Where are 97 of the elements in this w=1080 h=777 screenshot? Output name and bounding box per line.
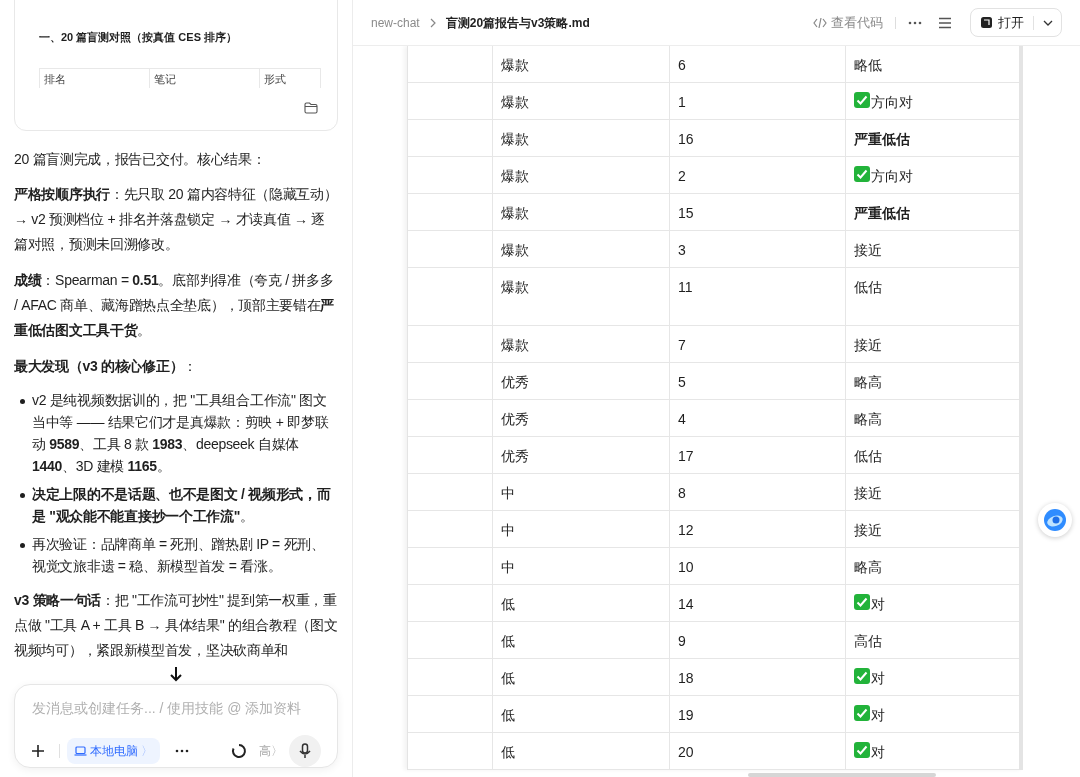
column-header: 形式	[263, 71, 287, 87]
open-button[interactable]: 打开	[970, 8, 1062, 37]
table-cell-text: 略高	[854, 558, 882, 577]
table-cell: 爆款	[493, 46, 670, 82]
bullet-text: v2 是纯视频数据训的，把 "工具组合工作流" 图文当中等 —— 结果它们才是真爆款：剪映 + 即梦联动 9589、工具 8 款 1983、deepseek 自媒体 1440、3D 建模 1165。	[32, 391, 330, 476]
paragraph: 成绩：Spearman = 0.51。底部判得准（夸克 / 拼多多 / AFAC 商单、藏海蹭热点全垫底），顶部主要错在严重低估图文工具干货。	[14, 271, 336, 340]
table-cell: 低	[493, 659, 670, 695]
laptop-icon	[74, 746, 87, 756]
table-cell-text: 严重低估	[854, 204, 910, 223]
table-cell-text: 严重低估	[854, 130, 910, 149]
table-cell: 优秀	[493, 363, 670, 399]
table-cell: 爆款	[493, 194, 670, 230]
table-cell: 17	[670, 437, 846, 473]
table-cell: 15	[670, 194, 846, 230]
table-cell: 爆款	[493, 231, 670, 267]
column-header: 笔记	[150, 68, 260, 88]
assistant-bubble[interactable]	[1038, 503, 1072, 537]
mic-button[interactable]	[289, 735, 321, 767]
table-cell: 5	[670, 363, 846, 399]
breadcrumb-link[interactable]: new-chat	[371, 13, 420, 32]
intro-text: 20 篇盲测完成，报告已交付。核心结果：	[14, 150, 267, 169]
table-cell-text: 低估	[854, 278, 882, 297]
table-cell-text: 低估	[854, 447, 882, 466]
check-icon	[854, 668, 870, 684]
paragraph: v3 策略一句话：把 "工作流可抄性" 提到第一权重，重点做 "工具 A + 工具 B → 具体结果" 的组合教程（图文视频均可），紧跟新模型首发，坚决砍商单和	[14, 591, 338, 660]
table-cell-text: 接近	[854, 336, 882, 355]
plus-icon[interactable]	[31, 744, 45, 758]
table-cell: 1	[670, 83, 846, 119]
table-cell-text: 高估	[854, 632, 882, 651]
table-cell: 8	[670, 474, 846, 510]
file-name: 盲测20篇报告与v3策略.md	[445, 14, 590, 32]
table-cell-text: 略高	[854, 410, 882, 429]
check-icon	[854, 166, 870, 182]
table-cell: 6	[670, 46, 846, 82]
table-cell: 20	[670, 733, 846, 769]
table-cell-text: 对	[871, 595, 885, 614]
table-cell-text: 接近	[854, 484, 882, 503]
table-cell: 爆款	[493, 268, 670, 325]
table-cell: 爆款	[493, 157, 670, 193]
check-icon	[854, 594, 870, 610]
menu-icon[interactable]	[938, 16, 952, 29]
table-cell: 低	[493, 696, 670, 732]
code-icon	[813, 16, 827, 29]
table-cell: 9	[670, 622, 846, 658]
table-cell: 11	[670, 268, 846, 325]
paragraph: 严格按顺序执行：先只取 20 篇内容特征（隐藏互动）→ v2 预测档位 + 排名并落盘锁定 → 才读真值 → 逐篇对照，预测未回溯修改。	[14, 185, 338, 254]
check-icon	[854, 742, 870, 758]
app-icon	[981, 17, 992, 28]
table-cell: 3	[670, 231, 846, 267]
table-cell: 爆款	[493, 83, 670, 119]
more-icon[interactable]	[175, 749, 189, 753]
table-cell-text: 方向对	[871, 93, 913, 112]
table-cell: 爆款	[493, 326, 670, 362]
table-cell: 14	[670, 585, 846, 621]
device-chip[interactable]: 本地电脑 〉	[67, 738, 160, 764]
view-code-button[interactable]: 查看代码	[813, 12, 883, 33]
table-cell: 低	[493, 585, 670, 621]
message-field[interactable]: 发消息或创建任务... / 使用技能 @ 添加资料 本地电脑 〉 高〉	[14, 684, 338, 768]
card-heading: 一、20 篇盲测对照（按真值 CES 排序）	[39, 30, 239, 45]
bullet-text: 再次验证：品牌商单 = 死刑、蹭热剧 IP = 死刑、视觉文旅非遗 = 稳、新模型首发 = 看涨。	[32, 535, 326, 576]
check-icon	[854, 705, 870, 721]
more-icon[interactable]	[908, 20, 922, 25]
column-header: 排名	[40, 68, 150, 88]
table-cell: 优秀	[493, 400, 670, 436]
table-cell: 4	[670, 400, 846, 436]
arrow-down-icon	[169, 666, 183, 682]
table-cell: 中	[493, 474, 670, 510]
microphone-icon	[299, 743, 311, 759]
table-cell-text: 对	[871, 706, 885, 725]
table-cell: 7	[670, 326, 846, 362]
table-cell: 2	[670, 157, 846, 193]
table-cell-text: 接近	[854, 241, 882, 260]
table-cell: 低	[493, 733, 670, 769]
table-cell-text: 方向对	[871, 167, 913, 186]
table-cell: 19	[670, 696, 846, 732]
table-cell: 中	[493, 548, 670, 584]
table-cell-text: 略高	[854, 373, 882, 392]
check-icon	[854, 92, 870, 108]
table-cell-text: 对	[871, 669, 885, 688]
table-cell: 18	[670, 659, 846, 695]
table-cell: 低	[493, 622, 670, 658]
table-cell: 10	[670, 548, 846, 584]
chevron-right-icon	[429, 17, 436, 28]
table-cell-text: 对	[871, 743, 885, 762]
table-cell: 爆款	[493, 120, 670, 156]
table-cell: 16	[670, 120, 846, 156]
table-cell: 优秀	[493, 437, 670, 473]
table-cell-text: 略低	[854, 56, 882, 75]
table-cell: 12	[670, 511, 846, 547]
paragraph: 最大发现（v3 的核心修正）：	[14, 357, 198, 376]
bullet-text: 决定上限的不是话题、也不是图文 / 视频形式，而是 "观众能不能直接抄一个工作流"。	[32, 485, 332, 526]
table-cell: 中	[493, 511, 670, 547]
loading-icon	[231, 743, 247, 759]
table-cell-text: 接近	[854, 521, 882, 540]
level-selector[interactable]: 高〉	[259, 742, 283, 760]
chevron-down-icon	[1043, 19, 1053, 26]
folder-icon[interactable]	[304, 102, 318, 114]
